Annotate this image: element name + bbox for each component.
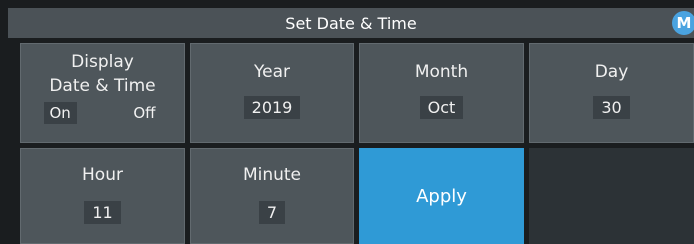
day-value[interactable]: 30 — [593, 96, 630, 119]
datetime-label: Date & Time — [49, 76, 156, 96]
display-label: Display — [71, 52, 134, 72]
apply-label: Apply — [416, 185, 467, 207]
display-datetime-toggle[interactable]: Display Date & Time On Off — [20, 43, 185, 143]
month-label: Month — [414, 62, 469, 82]
hour-label: Hour — [82, 165, 123, 185]
menu-badge-icon[interactable]: M — [672, 11, 694, 35]
day-label: Day — [594, 62, 629, 82]
hour-value[interactable]: 11 — [84, 201, 121, 224]
year-label: Year — [254, 62, 290, 82]
on-option[interactable]: On — [43, 102, 77, 124]
title-bar: Set Date & Time M — [8, 8, 694, 38]
minute-value[interactable]: 7 — [258, 201, 286, 224]
year-field[interactable]: Year 2019 — [190, 43, 354, 143]
off-option[interactable]: Off — [127, 102, 161, 124]
empty-tile — [529, 148, 694, 244]
minute-label: Minute — [242, 165, 302, 185]
year-value[interactable]: 2019 — [243, 96, 301, 119]
page-title: Set Date & Time — [285, 13, 417, 33]
hour-field[interactable]: Hour 11 — [20, 148, 185, 244]
day-field[interactable]: Day 30 — [529, 43, 694, 143]
month-value[interactable]: Oct — [419, 96, 464, 119]
apply-button[interactable]: Apply — [359, 148, 524, 244]
month-field[interactable]: Month Oct — [359, 43, 524, 143]
on-off-switch[interactable]: On Off — [43, 102, 162, 124]
minute-field[interactable]: Minute 7 — [190, 148, 354, 244]
